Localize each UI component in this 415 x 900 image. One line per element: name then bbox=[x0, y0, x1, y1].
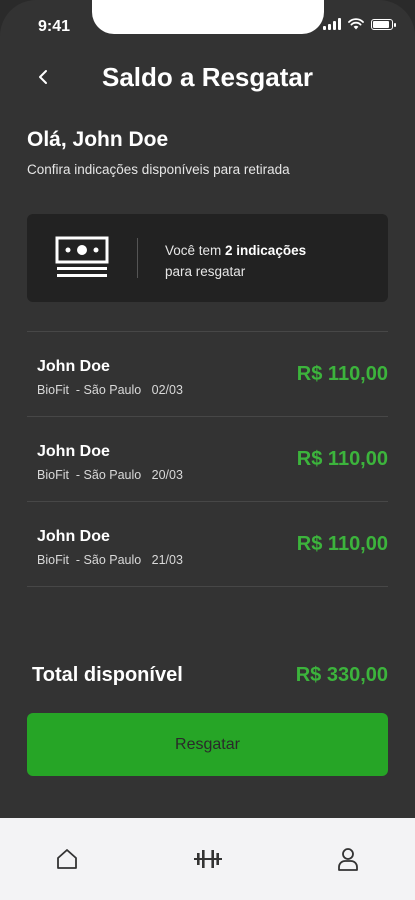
summary-suffix: para resgatar bbox=[165, 264, 246, 279]
status-icons bbox=[323, 18, 396, 30]
bottom-nav bbox=[0, 818, 415, 900]
referral-meta: BioFit - São Paulo 20/03 bbox=[37, 468, 183, 482]
summary-count: 2 indicações bbox=[225, 243, 307, 258]
referral-name: John Doe bbox=[37, 528, 110, 545]
redeem-button[interactable]: Resgatar bbox=[27, 713, 388, 776]
referral-gym: BioFit - São Paulo bbox=[37, 383, 142, 397]
greeting-subtitle: Confira indicações disponíveis para reti… bbox=[27, 162, 290, 177]
list-item[interactable]: John Doe BioFit - São Paulo 02/03 R$ 110… bbox=[27, 331, 388, 416]
referral-date: 21/03 bbox=[151, 553, 183, 567]
referral-meta: BioFit - São Paulo 21/03 bbox=[37, 553, 183, 567]
total-label: Total disponível bbox=[32, 664, 183, 686]
referral-meta: BioFit - São Paulo 02/03 bbox=[37, 383, 183, 397]
screen: 9:41 Saldo a Resgatar Olá, John Doe Conf… bbox=[0, 0, 415, 818]
user-icon bbox=[338, 848, 358, 871]
list-item[interactable]: John Doe BioFit - São Paulo 20/03 R$ 110… bbox=[27, 416, 388, 501]
status-time: 9:41 bbox=[38, 18, 71, 35]
referral-gym: BioFit - São Paulo bbox=[37, 468, 142, 482]
page-title: Saldo a Resgatar bbox=[102, 62, 313, 92]
referral-date: 20/03 bbox=[151, 468, 183, 482]
nav-workout[interactable] bbox=[192, 843, 224, 875]
referral-date: 02/03 bbox=[151, 383, 183, 397]
nav-home[interactable] bbox=[51, 843, 83, 875]
wifi-icon bbox=[348, 18, 364, 30]
nav-profile[interactable] bbox=[332, 843, 364, 875]
phone-frame: 9:41 Saldo a Resgatar Olá, John Doe Conf… bbox=[0, 0, 415, 900]
summary-card: Você tem 2 indicações para resgatar bbox=[27, 214, 388, 302]
home-icon bbox=[57, 849, 77, 869]
battery-icon bbox=[371, 18, 396, 30]
money-bill-icon bbox=[55, 236, 109, 277]
signal-icon bbox=[323, 18, 341, 30]
card-divider bbox=[137, 238, 138, 278]
list-item[interactable]: John Doe BioFit - São Paulo 21/03 R$ 110… bbox=[27, 501, 388, 587]
dumbbell-icon bbox=[194, 850, 222, 868]
referral-name: John Doe bbox=[37, 358, 110, 375]
summary-text: Você tem 2 indicações para resgatar bbox=[165, 240, 306, 282]
total-value: R$ 330,00 bbox=[295, 664, 388, 686]
referral-name: John Doe bbox=[37, 443, 110, 460]
summary-prefix: Você tem bbox=[165, 243, 226, 258]
notch bbox=[92, 0, 324, 34]
referral-amount: R$ 110,00 bbox=[296, 363, 388, 385]
greeting-title: Olá, John Doe bbox=[27, 128, 169, 151]
referral-amount: R$ 110,00 bbox=[296, 448, 388, 470]
referral-list: John Doe BioFit - São Paulo 02/03 R$ 110… bbox=[27, 331, 388, 587]
referral-gym: BioFit - São Paulo bbox=[37, 553, 142, 567]
referral-amount: R$ 110,00 bbox=[296, 533, 388, 555]
